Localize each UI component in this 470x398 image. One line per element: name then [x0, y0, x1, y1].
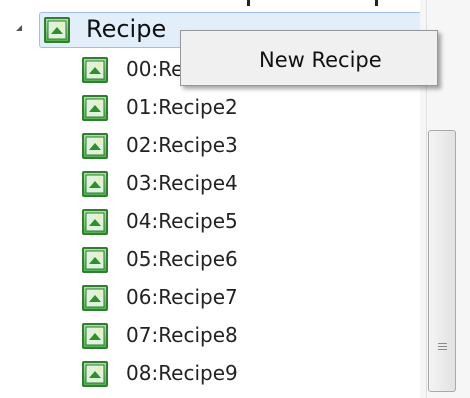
tree-root-label: Recipe — [86, 15, 167, 43]
scrollbar-thumb[interactable] — [428, 130, 456, 392]
grip-line-icon — [438, 346, 447, 347]
menu-item-new-recipe[interactable]: New Recipe — [185, 35, 433, 81]
menu-item-label: New Recipe — [259, 48, 382, 72]
tree-view-panel: Recipe 00:Re 01:Recipe2 02:Recipe3 03:Re… — [0, 0, 470, 398]
recipe-item-icon — [82, 95, 108, 121]
context-menu: New Recipe — [180, 30, 438, 86]
recipe-node-icon — [44, 17, 70, 43]
tree-child-node[interactable]: 03:Recipe4 — [82, 166, 342, 202]
tree-child-label: 01:Recipe2 — [126, 95, 238, 119]
clipped-content-mark — [247, 0, 250, 6]
recipe-item-icon — [82, 323, 108, 349]
tree-child-label: 06:Recipe7 — [126, 285, 238, 309]
recipe-item-icon — [82, 247, 108, 273]
tree-child-node[interactable]: 08:Recipe9 — [82, 356, 342, 392]
tree-child-node[interactable]: 07:Recipe8 — [82, 318, 342, 354]
tree-child-label: 05:Recipe6 — [126, 247, 238, 271]
grip-line-icon — [438, 349, 447, 350]
clipped-content-mark — [375, 0, 378, 6]
recipe-item-icon — [82, 57, 108, 83]
tree-child-node[interactable]: 05:Recipe6 — [82, 242, 342, 278]
tree-child-node[interactable]: 04:Recipe5 — [82, 204, 342, 240]
tree-child-label: 03:Recipe4 — [126, 171, 238, 195]
tree-child-label: 00:Re — [126, 57, 184, 81]
tree-child-label: 08:Recipe9 — [126, 361, 238, 385]
tree-child-node[interactable]: 01:Recipe2 — [82, 90, 342, 126]
tree-child-label: 02:Recipe3 — [126, 133, 238, 157]
tree-child-node[interactable]: 06:Recipe7 — [82, 280, 342, 316]
tree-child-node[interactable]: 02:Recipe3 — [82, 128, 342, 164]
tree-child-label: 07:Recipe8 — [126, 323, 238, 347]
tree-child-label: 04:Recipe5 — [126, 209, 238, 233]
grip-line-icon — [438, 343, 447, 344]
recipe-item-icon — [82, 285, 108, 311]
recipe-item-icon — [82, 171, 108, 197]
expanded-arrow-icon[interactable] — [16, 25, 22, 31]
recipe-item-icon — [82, 209, 108, 235]
recipe-item-icon — [82, 133, 108, 159]
recipe-item-icon — [82, 361, 108, 387]
